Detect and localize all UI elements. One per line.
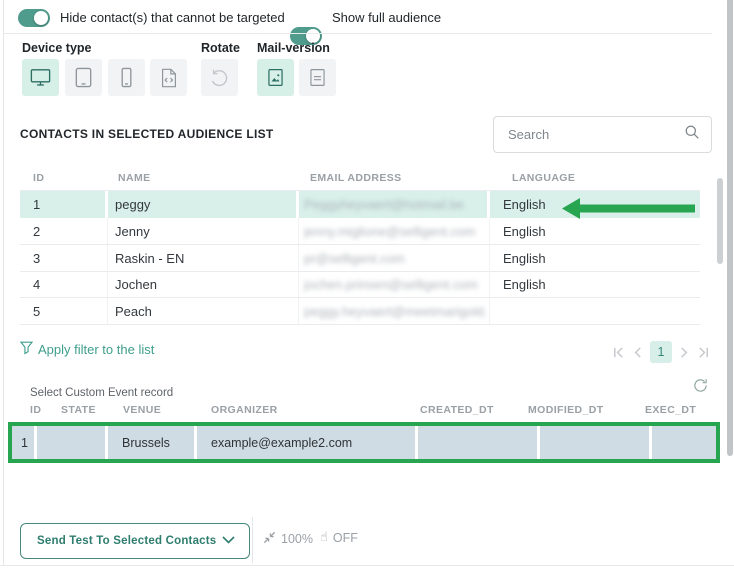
current-page-chip[interactable]: 1 <box>650 341 672 363</box>
panel-scrollbar[interactable] <box>727 0 733 456</box>
interaction-state: OFF <box>333 531 358 545</box>
previous-page-button[interactable] <box>632 346 643 359</box>
last-page-button[interactable] <box>697 346 710 359</box>
event-column-id: ID <box>30 404 41 416</box>
mail-image-version-button[interactable] <box>257 59 294 96</box>
contact-row[interactable]: 5 Peach peggy.heyvaert@meetmarigold. <box>20 298 700 325</box>
annotation-arrow <box>562 197 695 225</box>
column-header-name: NAME <box>118 172 151 184</box>
refresh-button[interactable] <box>692 377 709 399</box>
mail-text-version-button[interactable] <box>299 59 336 96</box>
chevron-down-icon <box>222 535 235 547</box>
contact-row[interactable]: 4 Jochen jochen.prinsen@selligent.com En… <box>20 271 700 298</box>
refresh-icon <box>692 381 709 398</box>
mail-version-label: Mail-version <box>257 41 330 55</box>
filter-funnel-icon <box>20 341 33 358</box>
blurred-email: peggy.heyvaert@meetmarigold. <box>304 304 488 319</box>
search-icon[interactable] <box>684 124 700 145</box>
device-source-code-button[interactable] <box>150 59 187 96</box>
toggle-knob <box>34 11 48 25</box>
hide-untargetable-contacts-toggle[interactable] <box>18 9 50 27</box>
device-mobile-button[interactable] <box>108 59 145 96</box>
resize-arrows-icon <box>263 531 276 547</box>
image-version-icon <box>265 67 286 88</box>
event-column-organizer: ORGANIZER <box>211 404 278 416</box>
zoom-control[interactable]: 100% <box>263 531 313 547</box>
rotate-button[interactable] <box>201 59 238 96</box>
zoom-value: 100% <box>281 532 313 546</box>
contacts-table-scrollbar[interactable] <box>717 178 723 264</box>
desktop-icon <box>29 66 52 89</box>
contacts-section-title: CONTACTS IN SELECTED AUDIENCE LIST <box>20 127 274 141</box>
footer-divider <box>252 517 253 563</box>
event-column-exec-dt: EXEC_DT <box>645 404 696 416</box>
event-column-venue: VENUE <box>123 404 161 416</box>
source-code-icon <box>158 67 180 89</box>
column-header-id: ID <box>33 172 44 184</box>
custom-event-label: Select Custom Event record <box>30 387 173 399</box>
show-full-audience-label: Show full audience <box>332 10 441 25</box>
tablet-icon <box>72 66 95 89</box>
column-header-language: LANGUAGE <box>512 172 575 184</box>
pagination: 1 <box>612 341 710 363</box>
panel-left-border <box>3 0 4 565</box>
search-input[interactable] <box>508 127 684 142</box>
rotate-icon <box>209 67 231 89</box>
blurred-email: pr@selligent.com <box>304 251 405 266</box>
event-column-created-dt: CREATED_DT <box>420 404 494 416</box>
custom-event-row-selected[interactable]: 1 Brussels example@example2.com <box>8 422 720 463</box>
event-column-state: STATE <box>61 404 96 416</box>
hide-untargetable-contacts-label: Hide contact(s) that cannot be targeted <box>60 10 285 25</box>
device-type-label: Device type <box>22 41 91 55</box>
device-desktop-button[interactable] <box>22 59 59 96</box>
search-box <box>493 116 712 153</box>
pointer-hand-icon: ☝ <box>320 530 328 545</box>
top-divider <box>3 33 712 34</box>
first-page-button[interactable] <box>612 346 625 359</box>
column-header-email: EMAIL ADDRESS <box>310 172 402 184</box>
interaction-toggle[interactable]: ☝ OFF <box>320 530 358 545</box>
contacts-table-header: ID NAME EMAIL ADDRESS LANGUAGE <box>20 165 700 191</box>
rotate-label: Rotate <box>201 41 240 55</box>
blurred-email: jochen.prinsen@selligent.com <box>304 277 478 292</box>
apply-filter-label: Apply filter to the list <box>38 342 154 357</box>
send-test-label: Send Test To Selected Contacts <box>37 535 216 547</box>
text-version-icon <box>307 67 328 88</box>
bottom-divider <box>0 565 734 566</box>
next-page-button[interactable] <box>679 346 690 359</box>
send-test-button[interactable]: Send Test To Selected Contacts <box>20 523 250 559</box>
event-column-modified-dt: MODIFIED_DT <box>528 404 604 416</box>
email-test-panel: Hide contact(s) that cannot be targeted … <box>0 0 734 574</box>
blurred-email: Peggyheyvaert@hotmail.be <box>304 197 464 212</box>
blurred-email: jenny.miglione@selligent.com <box>304 224 475 239</box>
apply-filter-link[interactable]: Apply filter to the list <box>20 341 154 358</box>
mobile-icon <box>115 66 138 89</box>
contact-row[interactable]: 3 Raskin - EN pr@selligent.com English <box>20 245 700 272</box>
device-tablet-button[interactable] <box>65 59 102 96</box>
